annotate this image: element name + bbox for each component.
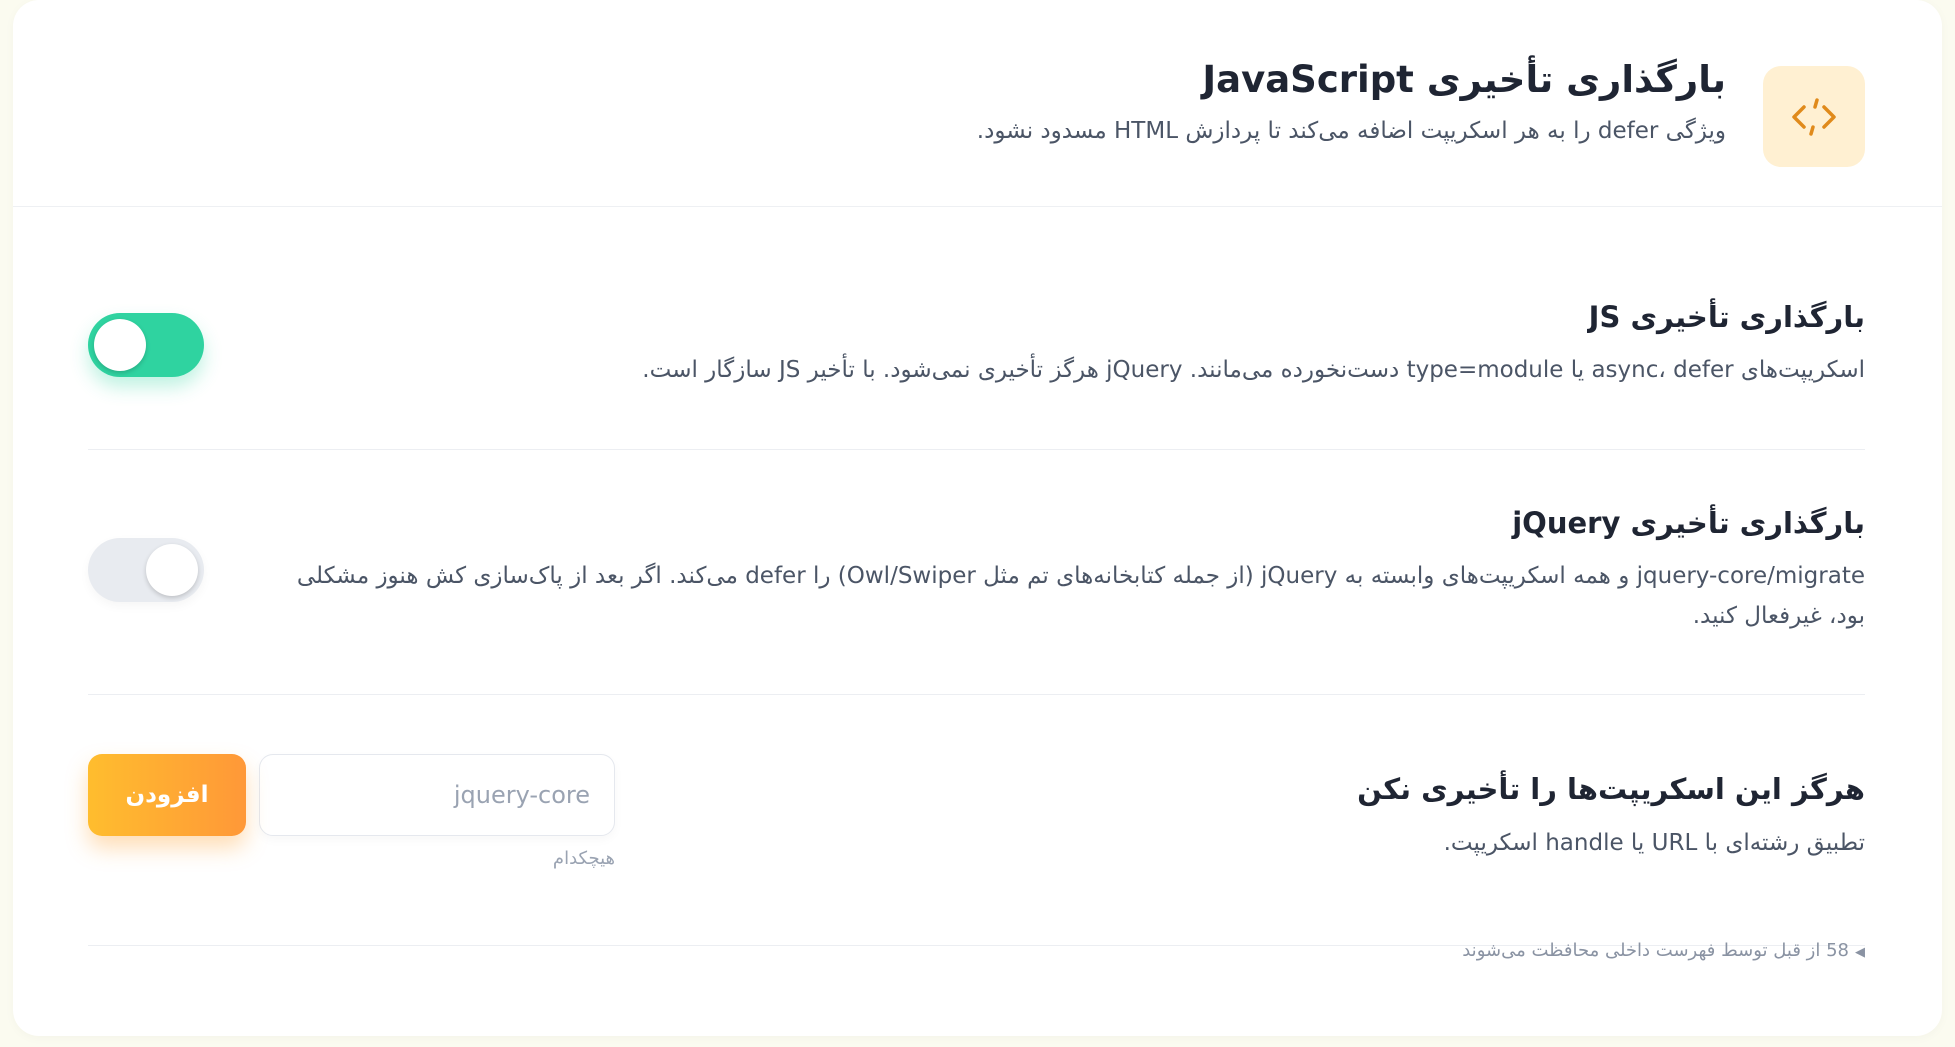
header-icon-box xyxy=(1763,66,1865,167)
settings-card: بارگذاری تأخیری JavaScript ویژگی defer ر… xyxy=(13,0,1942,1036)
setting-defer-js-title: بارگذاری تأخیری JS xyxy=(1588,300,1865,334)
builtin-exclusions-note[interactable]: ◀ 58 از قبل توسط فهرست داخلی محافظت می‌شو… xyxy=(1462,940,1865,961)
setting-defer-jquery-description: jquery-core/migrate و همه اسکریپت‌های وا… xyxy=(296,563,1865,629)
defer-jquery-toggle[interactable] xyxy=(88,538,204,602)
setting-defer-js-description: اسکریپت‌های async، defer یا type=module … xyxy=(642,357,1865,383)
code-icon xyxy=(1792,97,1836,136)
exclusions-description: تطبیق رشته‌ای با URL یا handle اسکریپت. xyxy=(1443,830,1865,856)
card-header: بارگذاری تأخیری JavaScript ویژگی defer ر… xyxy=(13,0,1942,207)
divider xyxy=(88,694,1865,695)
page-description: ویژگی defer را به هر اسکریپت اضافه می‌کن… xyxy=(976,118,1726,144)
toggle-knob xyxy=(94,319,146,371)
toggle-knob xyxy=(146,544,198,596)
empty-list-label: هیچکدام xyxy=(552,848,615,869)
divider xyxy=(88,449,1865,450)
exclusions-title: هرگز این اسکریپت‌ها را تأخیری نکن xyxy=(1357,772,1865,806)
add-button[interactable]: افزودن xyxy=(88,754,246,836)
script-handle-input[interactable] xyxy=(259,754,615,836)
page-title: بارگذاری تأخیری JavaScript xyxy=(1202,58,1726,101)
builtin-exclusions-text: 58 از قبل توسط فهرست داخلی محافظت می‌شون… xyxy=(1462,940,1849,961)
defer-js-toggle[interactable] xyxy=(88,313,204,377)
setting-defer-jquery-title: بارگذاری تأخیری jQuery xyxy=(1512,506,1865,540)
caret-left-icon: ◀ xyxy=(1855,945,1865,960)
